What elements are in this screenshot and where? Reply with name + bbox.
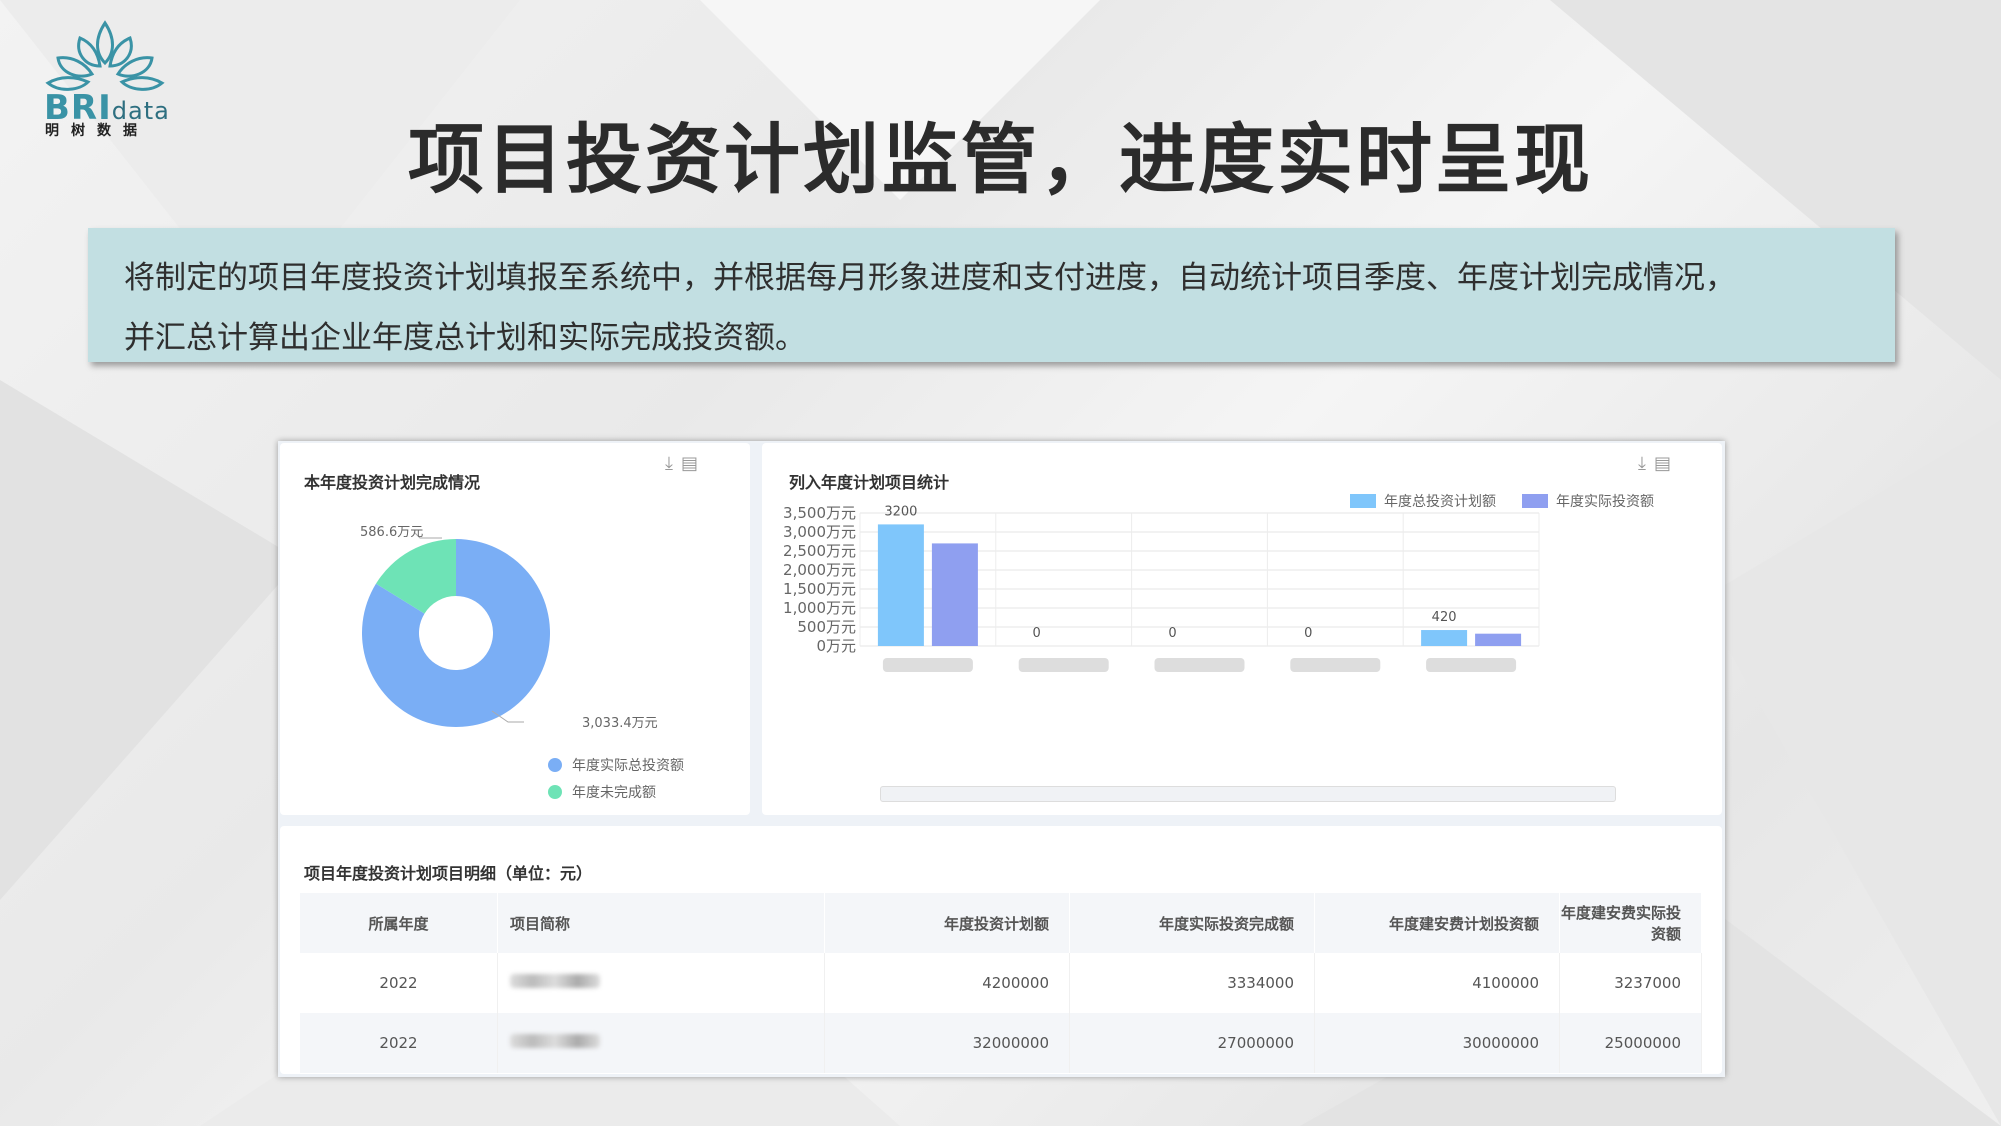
- cell-plan: 4200000: [824, 953, 1070, 1013]
- bar-value-label: 0: [1033, 626, 1041, 641]
- x-tick-label-redacted: [1018, 658, 1109, 672]
- detail-table: 所属年度 项目简称 年度投资计划额 年度实际投资完成额 年度建安费计划投资额 年…: [300, 893, 1702, 1073]
- cell-actual: 27000000: [1069, 1013, 1315, 1073]
- y-tick-label: 1,000万元: [783, 599, 856, 617]
- y-tick-label: 2,500万元: [783, 542, 856, 560]
- bar-value-label: 0: [1304, 626, 1312, 641]
- donut-legend-item-2[interactable]: 年度未完成额: [548, 782, 656, 802]
- donut-legend-item-1[interactable]: 年度实际总投资额: [548, 755, 684, 775]
- table-panel: 项目年度投资计划项目明细（单位：元） 所属年度 项目简称 年度投资计划额 年度实…: [280, 826, 1722, 1074]
- col-header-actual[interactable]: 年度实际投资完成额: [1069, 893, 1315, 953]
- description-line-1: 将制定的项目年度投资计划填报至系统中，并根据每月形象进度和支付进度，自动统计项目…: [124, 260, 1736, 296]
- y-tick-label: 1,500万元: [783, 580, 856, 598]
- y-tick-label: 2,000万元: [783, 561, 856, 579]
- x-tick-label-redacted: [1290, 658, 1381, 672]
- donut-label-small: 586.6万元: [360, 525, 423, 540]
- bar-plan[interactable]: [877, 524, 924, 646]
- x-tick-label-redacted: [882, 658, 973, 672]
- x-tick-label-redacted: [1154, 658, 1245, 672]
- donut-panel: 本年度投资计划完成情况 ⤓▤ 586.6万元 3,033.4万元 年度实际总投资…: [280, 443, 750, 815]
- col-header-year[interactable]: 所属年度: [300, 893, 498, 953]
- table-row[interactable]: 2022 32000000 27000000 30000000 25000000: [300, 1013, 1702, 1073]
- col-header-build-actual[interactable]: 年度建安费实际投资额: [1559, 893, 1702, 953]
- cell-build-plan: 30000000: [1314, 1013, 1560, 1073]
- description-line-2: 并汇总计算出企业年度总计划和实际完成投资额。: [124, 320, 806, 356]
- donut-label-large: 3,033.4万元: [582, 716, 658, 731]
- cell-build-actual: 25000000: [1559, 1013, 1702, 1073]
- cell-actual: 3334000: [1069, 953, 1315, 1013]
- chart-zoom-scrollbar[interactable]: [880, 786, 1616, 802]
- x-tick-label-redacted: [1426, 658, 1517, 672]
- col-header-plan[interactable]: 年度投资计划额: [824, 893, 1070, 953]
- cell-project-redacted: [497, 953, 825, 1013]
- bar-actual[interactable]: [931, 543, 978, 646]
- bar-plan[interactable]: [1421, 630, 1468, 646]
- bar-value-label: 3200: [884, 504, 917, 519]
- cell-year: 2022: [300, 1013, 498, 1073]
- dashboard-screenshot: 本年度投资计划完成情况 ⤓▤ 586.6万元 3,033.4万元 年度实际总投资…: [278, 441, 1725, 1077]
- description-box: 将制定的项目年度投资计划填报至系统中，并根据每月形象进度和支付进度，自动统计项目…: [88, 228, 1895, 362]
- cell-build-plan: 4100000: [1314, 953, 1560, 1013]
- bar-value-label: 420: [1432, 610, 1457, 625]
- table-row[interactable]: 2022 4200000 3334000 4100000 3237000: [300, 953, 1702, 1013]
- col-header-project[interactable]: 项目简称: [497, 893, 825, 953]
- y-tick-label: 500万元: [797, 618, 856, 636]
- cell-plan: 32000000: [824, 1013, 1070, 1073]
- bar-panel: 列入年度计划项目统计 ⤓▤ 年度总投资计划额 年度实际投资额 0万元 500万元 1…: [762, 443, 1722, 815]
- cell-build-actual: 3237000: [1559, 953, 1702, 1013]
- cell-project-redacted: [497, 1013, 825, 1073]
- col-header-build-plan[interactable]: 年度建安费计划投资额: [1314, 893, 1560, 953]
- bar-chart: 0万元500万元1,000万元1,500万元2,000万元2,500万元3,00…: [783, 504, 1540, 672]
- table-title: 项目年度投资计划项目明细（单位：元）: [304, 864, 593, 883]
- y-tick-label: 0万元: [816, 637, 856, 655]
- bar-value-label: 0: [1168, 626, 1176, 641]
- table-header-row: 所属年度 项目简称 年度投资计划额 年度实际投资完成额 年度建安费计划投资额 年…: [300, 893, 1702, 953]
- y-tick-label: 3,000万元: [783, 523, 856, 541]
- page-title: 项目投资计划监管，进度实时呈现: [408, 115, 1593, 204]
- y-tick-label: 3,500万元: [783, 504, 856, 522]
- cell-year: 2022: [300, 953, 498, 1013]
- bar-actual[interactable]: [1475, 633, 1522, 646]
